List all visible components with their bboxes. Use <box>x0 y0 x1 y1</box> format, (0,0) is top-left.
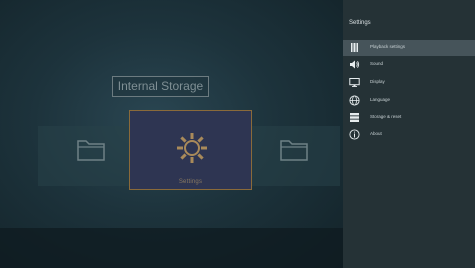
storage-icon <box>350 113 359 122</box>
storage-title: Internal Storage <box>112 76 209 97</box>
tile-folder-left[interactable] <box>38 126 130 186</box>
screen: Internal Storage Settings Settings Playb… <box>0 0 475 268</box>
info-icon <box>349 129 360 140</box>
folder-icon <box>280 140 308 161</box>
playback-icon <box>351 43 358 52</box>
menu-item-label: Sound <box>370 61 384 66</box>
folder-icon <box>77 140 105 161</box>
menu-item-label: Language <box>370 97 391 102</box>
speaker-icon <box>350 60 360 69</box>
menu-item-label: Storage & reset <box>370 114 402 119</box>
menu-item-label: Display <box>370 79 385 84</box>
menu-item-sound[interactable]: Sound <box>343 57 475 73</box>
menu-item-label: Playback settings <box>370 44 406 49</box>
tile-settings[interactable]: Settings <box>129 110 252 190</box>
menu-item-language[interactable]: Language <box>343 93 475 109</box>
globe-icon <box>349 95 360 106</box>
tile-label: Settings <box>178 179 203 185</box>
bottom-band <box>0 228 343 268</box>
menu-item-storage-reset[interactable]: Storage & reset <box>343 110 475 126</box>
menu-item-playback-settings[interactable]: Playback settings <box>343 40 475 56</box>
tile-folder-right[interactable] <box>252 126 340 186</box>
menu-item-about[interactable]: About <box>343 127 475 143</box>
gear-icon <box>177 133 207 163</box>
menu-item-display[interactable]: Display <box>343 75 475 91</box>
monitor-icon <box>349 78 360 87</box>
menu-item-label: About <box>370 131 382 136</box>
panel-title: Settings <box>349 20 371 26</box>
